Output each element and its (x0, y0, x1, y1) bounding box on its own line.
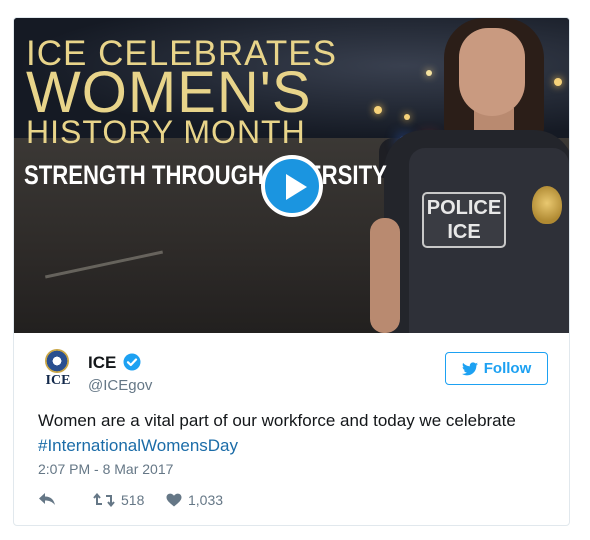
like-count: 1,033 (188, 492, 224, 508)
tweet-author: ICE ICE @ICEgov Follow (14, 333, 569, 403)
headline-line-4: STRENGTH THROUGH DIVERSITY (24, 160, 387, 190)
play-button[interactable] (261, 155, 323, 217)
follow-button[interactable]: Follow (445, 352, 548, 385)
avatar-text: ICE (45, 373, 71, 388)
video-thumbnail[interactable]: POLICE ICE ICE CELEBRATES WOMEN'S HISTOR… (14, 18, 569, 333)
author-handle[interactable]: @ICEgov (88, 377, 152, 394)
street-light (426, 70, 432, 76)
hashtag-link[interactable]: #InternationalWomensDay (38, 436, 238, 455)
follow-label: Follow (483, 360, 532, 377)
officer-face (459, 28, 525, 116)
bird-icon (461, 361, 478, 375)
street-light (404, 114, 410, 120)
patch-line-1: POLICE (426, 197, 502, 219)
tweet-card: POLICE ICE ICE CELEBRATES WOMEN'S HISTOR… (13, 17, 570, 526)
patch-line-2: ICE (447, 221, 481, 243)
tweet-body: Women are a vital part of our workforce … (38, 411, 516, 430)
reply-button[interactable] (38, 492, 56, 506)
dhs-seal-icon (45, 349, 69, 373)
police-ice-patch: POLICE ICE (422, 192, 506, 248)
tweet-timestamp[interactable]: 2:07 PM - 8 Mar 2017 (38, 461, 173, 477)
author-name[interactable]: ICE (88, 353, 116, 373)
street-light (374, 106, 382, 114)
heart-icon (166, 493, 182, 507)
street-light (554, 78, 562, 86)
headline-line-3: HISTORY MONTH (26, 114, 306, 150)
retweet-count: 518 (121, 492, 145, 508)
like-button[interactable]: 1,033 (166, 492, 223, 508)
retweet-button[interactable]: 518 (93, 492, 144, 508)
avatar[interactable]: ICE (42, 349, 72, 389)
reply-icon (39, 493, 55, 505)
verified-badge-icon (123, 353, 141, 371)
retweet-icon (93, 493, 115, 507)
play-icon (286, 174, 307, 200)
officer-badge (532, 186, 562, 224)
tweet-text: Women are a vital part of our workforce … (38, 408, 558, 458)
officer-arm (370, 218, 400, 333)
